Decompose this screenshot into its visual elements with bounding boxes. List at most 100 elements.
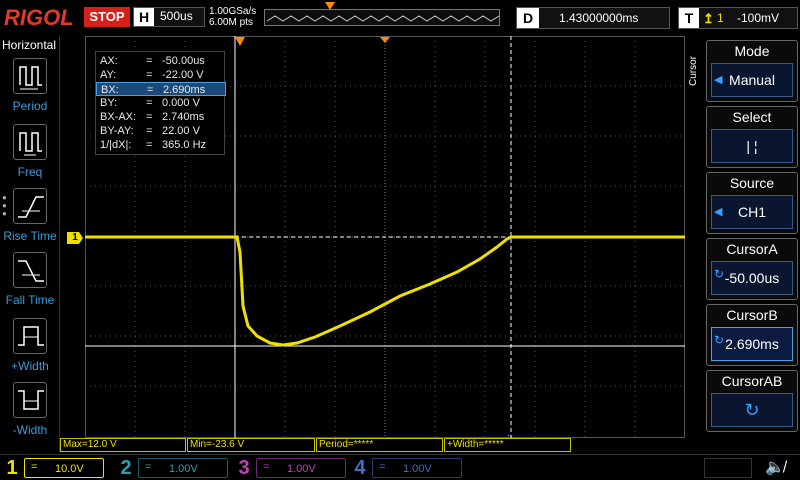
ch4-scale: 1.00V	[403, 463, 432, 475]
cursor-b-label: CursorB	[726, 307, 778, 323]
delay-label: D	[517, 8, 539, 28]
readout-bx-ax: BX-AX: = 2.740ms	[100, 111, 205, 123]
readout-ay: AY: = -22.00 V	[100, 69, 204, 81]
delay-display[interactable]: D 1.43000000ms	[516, 7, 670, 29]
ch4-coupling: =	[379, 461, 386, 473]
measure-fall-time-label: Fall Time	[5, 293, 55, 307]
left-arrow-icon: ◀	[714, 74, 723, 86]
measure-plus-width[interactable]: +Width=*****	[444, 438, 571, 452]
cursor-ab-softkey[interactable]: CursorAB ↻	[706, 370, 798, 432]
sample-rate: 1.00GSa/s	[209, 6, 257, 17]
readout-by: BY: = 0.000 V	[100, 97, 200, 109]
cursor-b-softkey[interactable]: CursorB ↻ 2.690ms	[706, 304, 798, 366]
readout-bx: BX: = 2.690ms	[96, 82, 226, 96]
mode-softkey[interactable]: Mode ◀ Manual	[706, 40, 798, 102]
cursor-readout-panel: AX: = -50.00us AY: = -22.00 V BX: = 2.69…	[95, 51, 226, 155]
ch4-number[interactable]: 4	[350, 456, 370, 480]
source-value-box: ◀ CH1	[711, 195, 793, 229]
measure-plus-width-button[interactable]: +Width	[0, 318, 60, 382]
horizontal-measure-menu: Horizontal Period Freq ● ● ● Rise Time Fal…	[0, 36, 60, 452]
cursor-ab-label: CursorAB	[721, 373, 783, 389]
cursor-ab-value-box: ↻	[711, 393, 793, 427]
source-label: Source	[729, 175, 775, 191]
measure-min[interactable]: Min=-23.6 V	[187, 438, 315, 452]
readout-by-ay: BY-AY: = 22.00 V	[100, 125, 200, 137]
select-label: Select	[732, 109, 772, 125]
trigger-display[interactable]: T ↥ 1 -100mV	[678, 7, 798, 29]
trigger-channel: 1	[717, 11, 724, 25]
mode-label: Mode	[734, 43, 770, 59]
delay-value: 1.43000000ms	[559, 11, 639, 25]
acquisition-info: 1.00GSa/s 6.00M pts	[209, 6, 256, 28]
cursor-b-position-marker: ↔	[505, 429, 515, 439]
ch4-settings[interactable]: = 1.00V	[372, 458, 462, 478]
cursor-menu-title: Cursor	[688, 56, 699, 87]
measure-period-label: Period	[12, 99, 48, 113]
cursor-a-value: -50.00us	[724, 270, 780, 286]
trigger-level: -100mV	[737, 11, 780, 25]
measure-period-button[interactable]: Period	[0, 58, 60, 122]
trigger-position-marker	[235, 37, 390, 46]
rise-time-icon	[13, 188, 47, 224]
knob-icon: ↻	[744, 400, 760, 420]
period-icon	[13, 58, 47, 94]
cursor-b-value: 2.690ms	[725, 336, 779, 352]
knob-icon: ↻	[714, 333, 725, 347]
ch2-coupling: =	[145, 461, 152, 473]
measure-freq-button[interactable]: Freq	[0, 124, 60, 188]
plus-width-icon	[13, 318, 47, 354]
measurement-bar: Max=12.0 V Min=-23.6 V Period=***** +Wid…	[60, 438, 686, 453]
run-stop-indicator[interactable]: STOP	[84, 7, 130, 27]
measure-max[interactable]: Max=12.0 V	[60, 438, 186, 452]
cursor-a-softkey[interactable]: CursorA ↻ -50.00us	[706, 238, 798, 300]
timebase-value: 500us	[160, 9, 193, 23]
cursor-menu: Cursor Mode ◀ Manual Select | ¦ Source ◀…	[686, 36, 800, 452]
menu-title: Horizontal	[2, 38, 57, 52]
measure-rise-time-label: Rise Time	[3, 229, 57, 243]
select-value-box: | ¦	[711, 129, 793, 163]
ch3-scale: 1.00V	[287, 463, 316, 475]
fall-time-icon	[13, 252, 47, 288]
ch3-number[interactable]: 3	[234, 456, 254, 480]
readout-inverse-dx: 1/|dX|: = 365.0 Hz	[100, 139, 207, 151]
empty-menu-slot	[704, 458, 752, 478]
ch1-marker-label: 1	[72, 232, 78, 243]
measure-plus-width-label: +Width	[11, 359, 49, 373]
brand-logo: RIGOL	[4, 5, 74, 30]
ch3-coupling: =	[263, 461, 270, 473]
readout-ax: AX: = -50.00us	[100, 55, 205, 67]
cursor-a-label: CursorA	[726, 241, 778, 257]
timebase-display[interactable]: H 500us	[133, 7, 205, 27]
top-status-bar: RIGOL STOP H 500us 1.00GSa/s 6.00M pts D…	[0, 0, 800, 36]
ch2-settings[interactable]: = 1.00V	[138, 458, 228, 478]
ch2-scale: 1.00V	[169, 463, 198, 475]
ch2-number[interactable]: 2	[116, 456, 136, 480]
memory-trigger-marker	[325, 2, 335, 10]
measure-rise-time-button[interactable]: Rise Time	[0, 188, 60, 252]
select-softkey[interactable]: Select | ¦	[706, 106, 798, 168]
minus-width-icon	[13, 382, 47, 418]
measure-freq-label: Freq	[17, 165, 43, 179]
mode-value: Manual	[729, 72, 775, 88]
measure-period[interactable]: Period=*****	[316, 438, 443, 452]
trigger-label: T	[679, 8, 699, 28]
cursor-b-value-box: ↻ 2.690ms	[711, 327, 793, 361]
speaker-muted-icon[interactable]: 🔈̸	[760, 457, 790, 479]
rising-edge-icon: ↥	[703, 11, 714, 26]
measure-fall-time-button[interactable]: Fall Time	[0, 252, 60, 316]
memory-depth: 6.00M pts	[209, 17, 253, 28]
ch1-ground-marker[interactable]: 1	[67, 232, 83, 244]
measure-minus-width-button[interactable]: -Width	[0, 382, 60, 446]
knob-icon: ↻	[714, 267, 725, 281]
ch1-number[interactable]: 1	[2, 456, 22, 480]
source-softkey[interactable]: Source ◀ CH1	[706, 172, 798, 234]
cursor-a-value-box: ↻ -50.00us	[711, 261, 793, 295]
ch3-settings[interactable]: = 1.00V	[256, 458, 346, 478]
source-value: CH1	[737, 204, 766, 220]
select-value: | ¦	[746, 138, 758, 154]
memory-overview-strip[interactable]	[264, 2, 500, 26]
ch1-coupling: =	[31, 461, 38, 473]
ch1-settings[interactable]: = 10.0V	[24, 458, 104, 478]
freq-icon	[13, 124, 47, 160]
channel-bar: 1 = 10.0V 2 = 1.00V 3 = 1.00V 4 = 1.00V …	[0, 454, 800, 480]
